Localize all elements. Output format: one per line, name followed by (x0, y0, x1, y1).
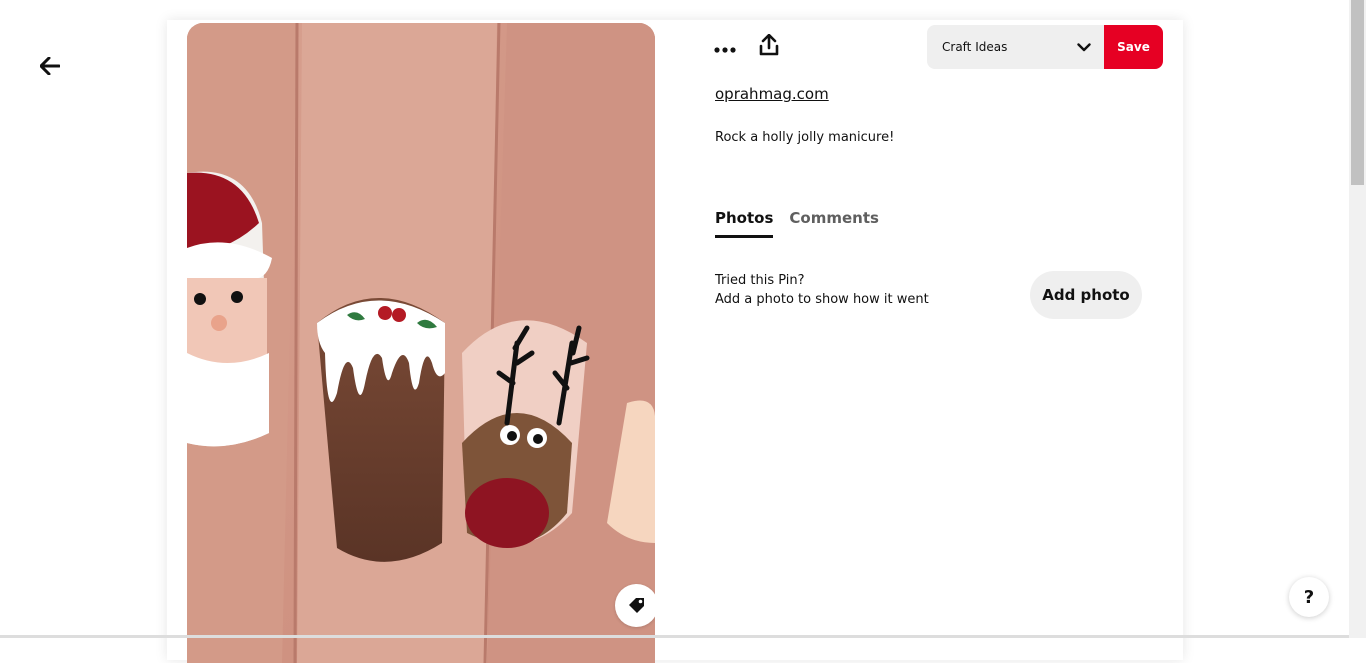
board-select-dropdown[interactable]: Craft Ideas (927, 25, 1104, 69)
ellipsis-icon (714, 38, 736, 57)
page-scrollbar[interactable] (1349, 0, 1366, 638)
tab-comments[interactable]: Comments (789, 209, 879, 238)
share-upload-icon (759, 33, 779, 60)
pin-description: Rock a holly jolly manicure! (715, 130, 895, 145)
source-link[interactable]: oprahmag.com (715, 85, 829, 103)
arrow-left-icon (39, 56, 61, 79)
save-button[interactable]: Save (1104, 25, 1163, 69)
board-select-label: Craft Ideas (942, 40, 1008, 54)
pin-card: Craft Ideas Save oprahmag.com Rock a hol… (167, 20, 1183, 663)
tried-pin-title: Tried this Pin? (715, 273, 805, 288)
chevron-down-icon (1074, 42, 1094, 52)
pin-image[interactable] (187, 23, 655, 663)
content-tabs: Photos Comments (715, 209, 879, 238)
tried-pin-subtitle: Add a photo to show how it went (715, 292, 929, 307)
help-button[interactable]: ? (1289, 577, 1329, 617)
tab-photos[interactable]: Photos (715, 209, 774, 238)
scrollbar-thumb[interactable] (1351, 0, 1364, 185)
share-button[interactable] (754, 32, 784, 62)
tag-icon (628, 597, 646, 615)
add-photo-button[interactable]: Add photo (1030, 271, 1142, 319)
tag-button[interactable] (615, 584, 655, 627)
more-options-button[interactable] (710, 32, 740, 62)
back-button[interactable] (31, 49, 69, 87)
